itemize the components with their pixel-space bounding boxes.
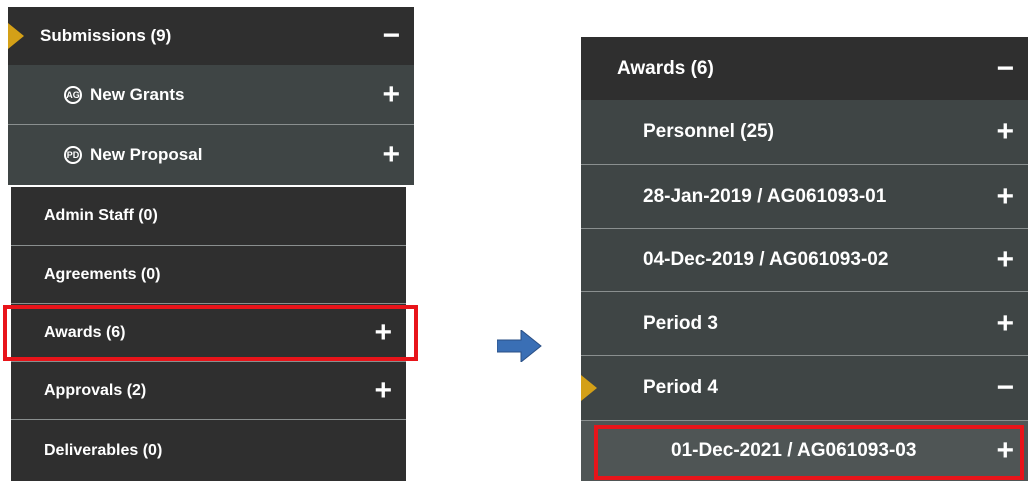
awards-header[interactable]: Awards (6) − <box>581 37 1028 100</box>
award-item-label: Personnel (25) <box>643 121 774 142</box>
awards-header-label: Awards (6) <box>617 57 714 79</box>
submissions-panel: Submissions (9) − AG New Grants + PD New… <box>8 7 414 185</box>
expand-icon[interactable]: + <box>382 140 400 170</box>
expand-icon[interactable]: + <box>996 308 1014 339</box>
collapse-icon[interactable]: − <box>996 373 1014 403</box>
award-item-2021-03[interactable]: 01-Dec-2021 / AG061093-03 + <box>581 421 1028 481</box>
nav-item-label: Deliverables (0) <box>44 441 163 459</box>
left-nav-list: Admin Staff (0) Agreements (0) Awards (6… <box>11 187 406 481</box>
sub-item-new-grants[interactable]: AG New Grants + <box>8 65 414 125</box>
submissions-label: Submissions (9) <box>40 26 172 45</box>
award-item-2019-02[interactable]: 04-Dec-2019 / AG061093-02 + <box>581 229 1028 292</box>
award-item-label: Period 4 <box>643 377 718 398</box>
award-item-label: 28-Jan-2019 / AG061093-01 <box>643 185 887 207</box>
sub-item-new-proposal[interactable]: PD New Proposal + <box>8 125 414 185</box>
award-item-period-3[interactable]: Period 3 + <box>581 292 1028 356</box>
expand-icon[interactable]: + <box>374 375 392 406</box>
submissions-header[interactable]: Submissions (9) − <box>8 7 414 65</box>
nav-item-deliverables[interactable]: Deliverables (0) <box>11 420 406 481</box>
collapse-icon[interactable]: − <box>382 21 400 51</box>
nav-item-label: Admin Staff (0) <box>44 207 158 224</box>
expand-icon[interactable]: + <box>996 181 1014 212</box>
expand-icon[interactable]: + <box>996 117 1014 147</box>
sub-item-label: New Proposal <box>90 145 203 164</box>
nav-item-label: Agreements (0) <box>44 265 161 283</box>
award-item-label: Period 3 <box>643 312 718 334</box>
collapse-icon[interactable]: − <box>996 53 1014 84</box>
award-item-label: 04-Dec-2019 / AG061093-02 <box>643 249 889 270</box>
award-item-label: 01-Dec-2021 / AG061093-03 <box>671 440 917 461</box>
expand-icon[interactable]: + <box>382 79 400 110</box>
grants-icon: AG <box>64 85 82 104</box>
expand-icon[interactable]: + <box>374 317 392 348</box>
award-item-period-4[interactable]: Period 4 − <box>581 356 1028 421</box>
nav-item-admin-staff[interactable]: Admin Staff (0) <box>11 187 406 246</box>
current-pointer-icon <box>581 375 597 401</box>
nav-item-label: Awards (6) <box>44 323 126 341</box>
right-arrow-icon <box>497 330 542 362</box>
award-item-2019-01[interactable]: 28-Jan-2019 / AG061093-01 + <box>581 165 1028 229</box>
award-item-personnel[interactable]: Personnel (25) + <box>581 100 1028 165</box>
nav-item-approvals[interactable]: Approvals (2) + <box>11 362 406 420</box>
proposal-icon: PD <box>64 146 82 164</box>
current-pointer-icon <box>8 23 24 49</box>
awards-panel: Awards (6) − Personnel (25) + 28-Jan-201… <box>581 37 1028 481</box>
expand-icon[interactable]: + <box>996 436 1014 466</box>
nav-item-awards[interactable]: Awards (6) + <box>11 304 406 362</box>
expand-icon[interactable]: + <box>996 245 1014 275</box>
nav-item-label: Approvals (2) <box>44 381 147 399</box>
sub-item-label: New Grants <box>90 84 185 104</box>
nav-item-agreements[interactable]: Agreements (0) <box>11 246 406 304</box>
